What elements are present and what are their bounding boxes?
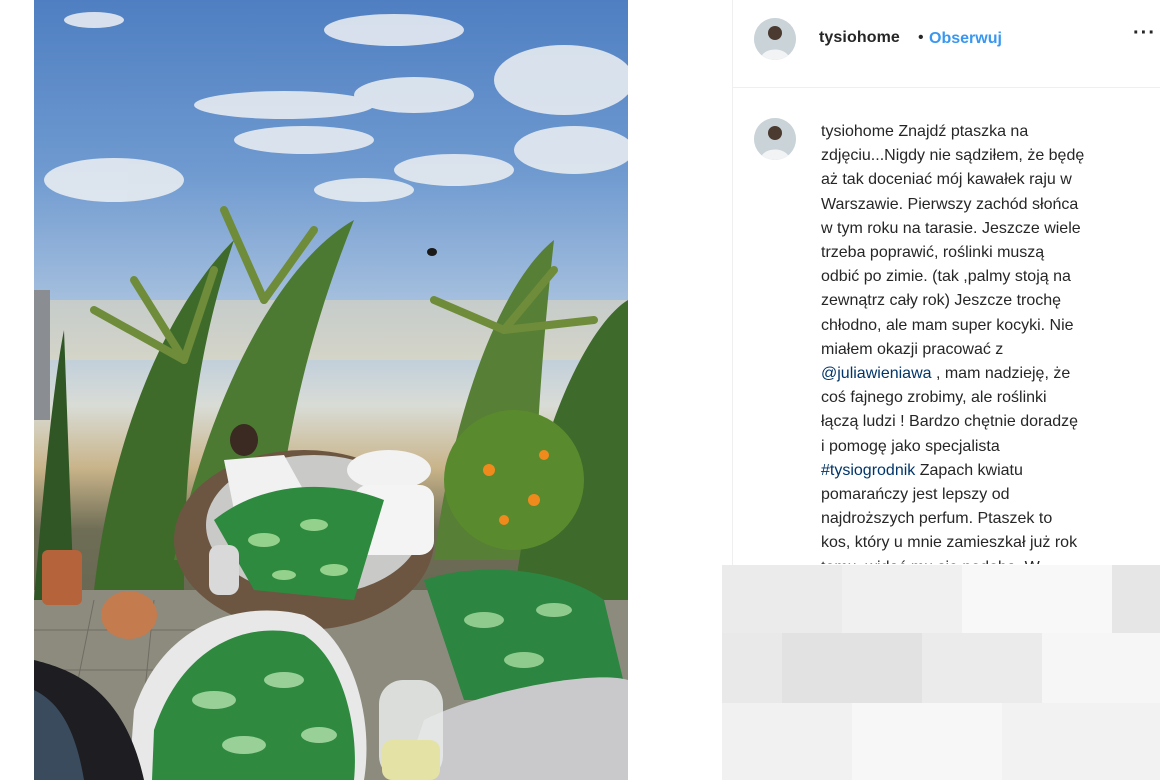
caption-line: zdjęciu...Nigdy nie sądziłem, że będę [821, 144, 1151, 168]
caption-text: tysiohome Znajdź ptaszka na [821, 123, 1029, 140]
follow-button[interactable]: Obserwuj [929, 30, 1002, 48]
avatar-image [754, 118, 796, 160]
header-username[interactable]: tysiohome [819, 29, 900, 47]
caption-line: coś fajnego zrobimy, ale roślinki [821, 386, 1151, 410]
caption-line: odbić po zimie. (tak ,palmy stoją na [821, 265, 1151, 289]
caption-text: pomarańczy jest lepszy od [821, 486, 1010, 504]
instagram-post-view: tysiohome • Obserwuj ··· tysiohome Znajd… [0, 0, 1160, 780]
caption-text: Zapach kwiatu [915, 461, 1023, 479]
caption-line: tysiohome Znajdź ptaszka na [821, 120, 1151, 144]
caption-line: #tysiogrodnik Zapach kwiatu [821, 459, 1151, 483]
post-header: tysiohome • Obserwuj ··· [733, 0, 1160, 88]
caption-line: pomarańczy jest lepszy od [821, 483, 1151, 507]
caption-line: i pomogę jako specjalista [821, 435, 1151, 459]
caption-text: zewnątrz cały rok) Jeszcze trochę [821, 292, 1062, 310]
caption-line: chłodno, ale mam super kocyki. Nie [821, 314, 1151, 338]
caption-text: temu, widać mu się podoba. W [821, 559, 1040, 564]
caption-text: aż tak doceniać mój kawałek raju w [821, 171, 1072, 189]
caption-text: chłodno, ale mam super kocyki. Nie [821, 316, 1074, 334]
caption-line: miałem okazji pracować z [821, 338, 1151, 362]
pixelated-comments-area [722, 565, 1160, 780]
caption-line: trzeba poprawić, roślinki muszą [821, 241, 1151, 265]
caption-text: trzeba poprawić, roślinki muszą [821, 244, 1045, 262]
caption-text: najdroższych perfum. Ptaszek to [821, 510, 1053, 528]
caption-text: kos, który u mnie zamieszkał już rok [821, 534, 1078, 552]
caption-text: Warszawie. Pierwszy zachód słońca [821, 195, 1079, 213]
caption-line: kos, który u mnie zamieszkał już rok [821, 531, 1151, 555]
caption-line: temu, widać mu się podoba. W [821, 556, 1151, 564]
caption-text: odbić po zimie. (tak ,palmy stoją na [821, 268, 1071, 286]
profile-avatar[interactable] [754, 18, 796, 60]
caption-line: zewnątrz cały rok) Jeszcze trochę [821, 289, 1151, 313]
caption-line: łączą ludzi ! Bardzo chętnie doradzę [821, 410, 1151, 434]
more-options-icon[interactable]: ··· [1133, 22, 1156, 45]
caption-text: miałem okazji pracować z [821, 340, 1004, 358]
caption-line: w tym roku na tarasie. Jeszcze wiele [821, 217, 1151, 241]
caption-text: i pomogę jako specjalista [821, 437, 1000, 455]
caption-text: , mam nadzieję, że [931, 365, 1071, 383]
hashtag-link[interactable]: #tysiogrodnik [821, 462, 915, 479]
caption-avatar[interactable] [754, 118, 796, 160]
caption-text: coś fajnego zrobimy, ale roślinki [821, 389, 1047, 407]
caption-line: @juliawieniawa , mam nadzieję, że [821, 362, 1151, 386]
post-caption: tysiohome Znajdź ptaszka na zdjęciu...Nig… [821, 120, 1151, 564]
caption-text: zdjęciu...Nigdy nie sądziłem, że będę [821, 147, 1085, 165]
caption-text: w tym roku na tarasie. Jeszcze wiele [821, 219, 1081, 237]
separator-dot: • [918, 29, 924, 46]
avatar-image [754, 18, 796, 60]
post-photo [34, 0, 628, 780]
caption-line: aż tak doceniać mój kawałek raju w [821, 168, 1151, 192]
caption-line: Warszawie. Pierwszy zachód słońca [821, 193, 1151, 217]
rooftop-garden-photo [34, 12, 628, 780]
caption-line: najdroższych perfum. Ptaszek to [821, 507, 1151, 531]
mention-link[interactable]: @juliawieniawa [821, 365, 932, 382]
caption-text: łączą ludzi ! Bardzo chętnie doradzę [821, 413, 1079, 431]
